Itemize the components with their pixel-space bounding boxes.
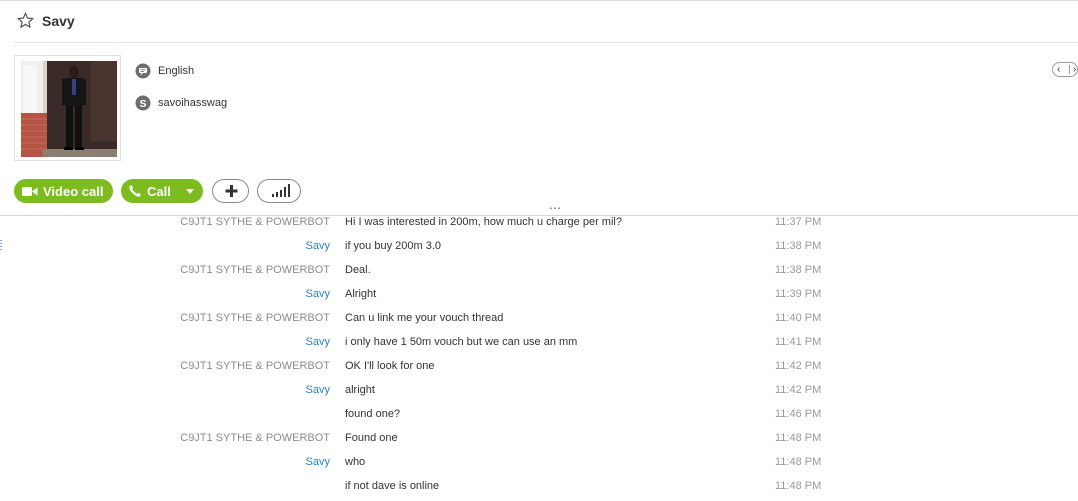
skype-icon: S: [135, 95, 151, 111]
chat-message[interactable]: found one? 11:46 PM: [0, 408, 1078, 432]
message-timestamp: 11:42 PM: [775, 360, 822, 372]
chat-message[interactable]: C9JT1 SYTHE & POWERBOT Can u link me your…: [0, 312, 1078, 336]
message-timestamp: 11:37 PM: [775, 216, 822, 228]
message-text: Deal.: [345, 264, 371, 276]
message-timestamp: 11:39 PM: [775, 288, 822, 300]
call-label: Call: [147, 183, 171, 199]
profile-nav-pill: ‹ ›: [1052, 62, 1078, 77]
message-text: Found one: [345, 432, 398, 444]
message-sender[interactable]: C9JT1 SYTHE & POWERBOT: [180, 360, 330, 372]
chat-message[interactable]: Savy alright 11:42 PM: [0, 384, 1078, 408]
language-row: English: [135, 62, 194, 80]
message-text: who: [345, 456, 366, 468]
message-timestamp: 11:41 PM: [775, 336, 822, 348]
message-sender[interactable]: Savy: [306, 456, 330, 468]
chat-message[interactable]: C9JT1 SYTHE & POWERBOT Found one 11:48 PM: [0, 432, 1078, 456]
message-text: alright: [345, 384, 375, 396]
chat-history[interactable]: C9JT1 SYTHE & POWERBOT Hi I was intereste…: [0, 216, 1078, 501]
language-value: English: [158, 65, 195, 77]
chat-message[interactable]: C9JT1 SYTHE & POWERBOT OK I'll look for o…: [0, 360, 1078, 384]
chat-message[interactable]: Savy who 11:48 PM: [0, 456, 1078, 480]
skype-name-value: savoihasswag: [158, 97, 228, 109]
call-quality-button[interactable]: [257, 179, 301, 203]
nav-separator: [1069, 65, 1070, 74]
star-icon[interactable]: [17, 12, 34, 29]
conversation-header: Savy: [0, 0, 1078, 43]
message-text: if you buy 200m 3.0: [345, 240, 442, 252]
message-timestamp: 11:48 PM: [775, 432, 822, 444]
message-text: found one?: [345, 408, 401, 420]
message-text: OK I'll look for one: [345, 360, 435, 372]
chevron-down-icon[interactable]: [186, 189, 194, 194]
plus-icon: [225, 185, 238, 197]
chevron-left-icon[interactable]: ‹: [1057, 63, 1060, 76]
message-timestamp: 11:48 PM: [775, 456, 822, 468]
skype-name-row: S savoihasswag: [135, 94, 227, 112]
message-sender[interactable]: C9JT1 SYTHE & POWERBOT: [180, 264, 330, 276]
video-camera-icon: [22, 186, 38, 196]
chevron-right-icon[interactable]: ›: [1073, 63, 1076, 76]
phone-icon: [129, 185, 141, 197]
signal-bars-icon: [272, 184, 290, 197]
chat-message[interactable]: if not dave is online 11:48 PM: [0, 480, 1078, 501]
message-timestamp: 11:38 PM: [775, 264, 822, 276]
video-call-label: Video call: [43, 183, 104, 199]
avatar: [21, 61, 117, 157]
contact-name: Savy: [42, 13, 75, 29]
message-sender[interactable]: Savy: [306, 384, 330, 396]
message-sender[interactable]: C9JT1 SYTHE & POWERBOT: [180, 312, 330, 324]
message-sender[interactable]: C9JT1 SYTHE & POWERBOT: [180, 432, 330, 444]
message-sender[interactable]: C9JT1 SYTHE & POWERBOT: [180, 216, 330, 228]
message-sender[interactable]: Savy: [306, 240, 330, 252]
chat-message[interactable]: Savy Alright 11:39 PM: [0, 288, 1078, 312]
message-text: i only have 1 50m vouch but we can use a…: [345, 336, 578, 348]
header-divider: [14, 42, 1078, 43]
message-timestamp: 11:40 PM: [775, 312, 822, 324]
chat-message[interactable]: C9JT1 SYTHE & POWERBOT Deal. 11:38 PM: [0, 264, 1078, 288]
message-timestamp: 11:38 PM: [775, 240, 822, 252]
call-button[interactable]: Call: [121, 179, 203, 203]
video-call-button[interactable]: Video call: [14, 179, 113, 203]
message-timestamp: 11:46 PM: [775, 408, 822, 420]
message-text: Hi I was interested in 200m, how much u …: [345, 216, 622, 228]
message-text: Can u link me your vouch thread: [345, 312, 504, 324]
resize-handle[interactable]: ⋯: [549, 201, 561, 215]
message-text: Alright: [345, 288, 377, 300]
chat-message[interactable]: Savy i only have 1 50m vouch but we can u…: [0, 336, 1078, 360]
chat-bubble-icon: [135, 63, 151, 79]
message-text: if not dave is online: [345, 480, 440, 492]
message-timestamp: 11:42 PM: [775, 384, 822, 396]
chat-message[interactable]: Savy if you buy 200m 3.0 11:38 PM: [0, 240, 1078, 264]
profile-photo-frame[interactable]: [14, 55, 121, 161]
add-people-button[interactable]: [212, 179, 249, 203]
svg-text:S: S: [139, 98, 146, 110]
message-sender[interactable]: Savy: [306, 288, 330, 300]
message-sender[interactable]: Savy: [306, 336, 330, 348]
chat-message[interactable]: C9JT1 SYTHE & POWERBOT Hi I was intereste…: [0, 216, 1078, 240]
message-timestamp: 11:48 PM: [775, 480, 822, 492]
